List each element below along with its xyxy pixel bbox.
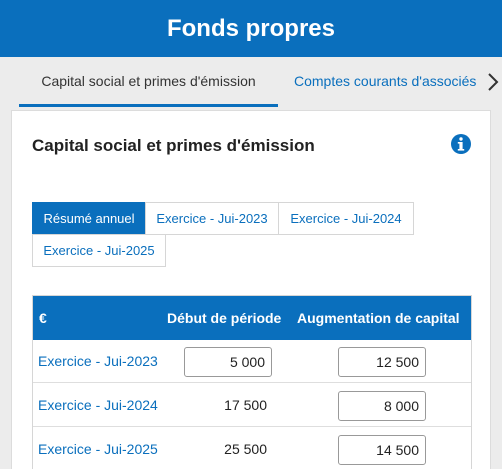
tab-scroll-right-button[interactable] xyxy=(484,57,502,107)
debut-value-2024: 17 500 xyxy=(224,397,267,413)
tab-comptes-courants[interactable]: Comptes courants d'associés xyxy=(294,57,484,107)
augmentation-input-2025[interactable] xyxy=(338,435,426,465)
column-header-augmentation: Augmentation de capital xyxy=(297,310,460,326)
panel-title: Capital social et primes d'émission xyxy=(32,136,315,155)
segment-exercice-2025[interactable]: Exercice - Jui-2025 xyxy=(32,234,166,267)
column-header-currency: € xyxy=(39,310,47,326)
app-header: Fonds propres xyxy=(0,0,502,57)
column-header-debut: Début de période xyxy=(167,310,282,326)
row-label: Exercice - Jui-2024 xyxy=(38,397,158,413)
row-label: Exercice - Jui-2025 xyxy=(38,441,158,457)
debut-value-2025: 25 500 xyxy=(224,441,267,457)
capital-panel: Capital social et primes d'émission Résu… xyxy=(11,110,491,469)
segment-resume-annuel[interactable]: Résumé annuel xyxy=(32,202,146,235)
segment-exercice-2023[interactable]: Exercice - Jui-2023 xyxy=(145,202,279,235)
page-title: Fonds propres xyxy=(166,14,335,42)
table-header: € Début de période Augmentation de capit… xyxy=(33,296,471,340)
row-label: Exercice - Jui-2023 xyxy=(38,353,158,369)
table-row: Exercice - Jui-2024 17 500 xyxy=(33,384,471,427)
info-circle-icon[interactable] xyxy=(450,133,472,155)
table-row: Exercice - Jui-2025 25 500 xyxy=(33,428,471,469)
tab-capital-social[interactable]: Capital social et primes d'émission xyxy=(19,57,278,107)
debut-input-2023[interactable] xyxy=(184,347,272,377)
table-row: Exercice - Jui-2023 xyxy=(33,340,471,383)
augmentation-input-2023[interactable] xyxy=(338,347,426,377)
tab-bar: Capital social et primes d'émission Comp… xyxy=(0,57,502,107)
segment-exercice-2024[interactable]: Exercice - Jui-2024 xyxy=(278,202,414,235)
augmentation-input-2024[interactable] xyxy=(338,391,426,421)
chevron-right-icon xyxy=(488,73,499,91)
capital-table: € Début de période Augmentation de capit… xyxy=(32,295,472,469)
